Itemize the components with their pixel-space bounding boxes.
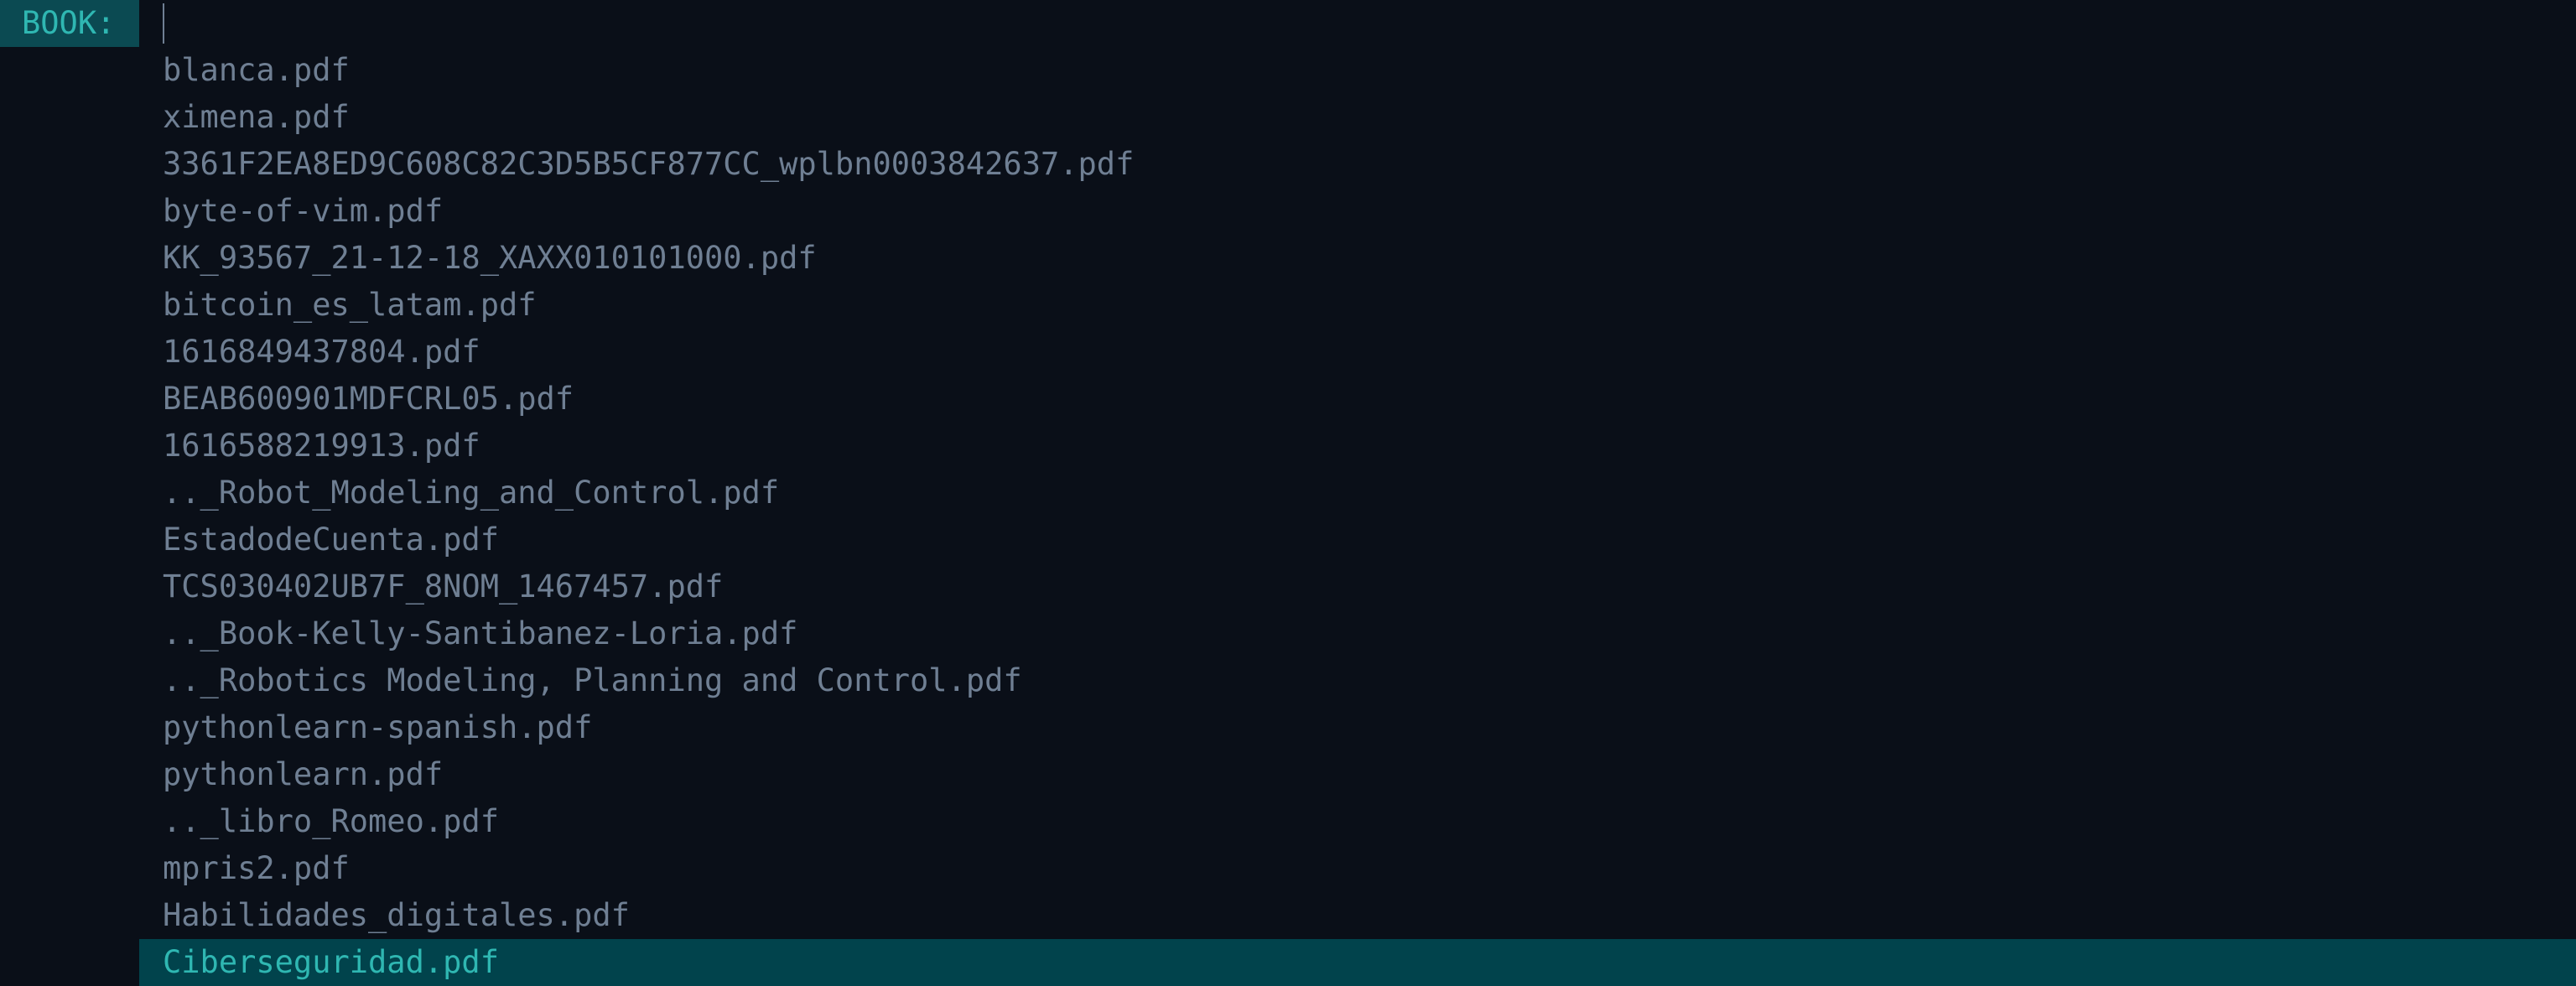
list-item[interactable]: 1616588219913.pdf bbox=[139, 423, 2576, 470]
list-item[interactable]: .._Robot_Modeling_and_Control.pdf bbox=[139, 470, 2576, 516]
list-item[interactable]: blanca.pdf bbox=[139, 47, 2576, 94]
list-item[interactable]: .._Book-Kelly-Santibanez-Loria.pdf bbox=[139, 610, 2576, 657]
list-item[interactable]: bitcoin_es_latam.pdf bbox=[139, 282, 2576, 329]
list-item[interactable]: BEAB600901MDFCRL05.pdf bbox=[139, 376, 2576, 423]
list-item[interactable]: 3361F2EA8ED9C608C82C3D5B5CF877CC_wplbn00… bbox=[139, 141, 2576, 188]
prompt-bar: BOOK: bbox=[0, 0, 2576, 47]
list-item[interactable]: Habilidades_digitales.pdf bbox=[139, 892, 2576, 939]
list-item[interactable]: EstadodeCuenta.pdf bbox=[139, 516, 2576, 563]
list-item[interactable]: 1616849437804.pdf bbox=[139, 329, 2576, 376]
list-item[interactable]: TCS030402UB7F_8NOM_1467457.pdf bbox=[139, 563, 2576, 610]
list-item[interactable]: ximena.pdf bbox=[139, 94, 2576, 141]
list-item[interactable]: mpris2.pdf bbox=[139, 845, 2576, 892]
list-item-selected[interactable]: Ciberseguridad.pdf bbox=[139, 939, 2576, 986]
list-item[interactable]: pythonlearn-spanish.pdf bbox=[139, 704, 2576, 751]
list-item[interactable]: KK_93567_21-12-18_XAXX010101000.pdf bbox=[139, 235, 2576, 282]
list-item[interactable]: pythonlearn.pdf bbox=[139, 751, 2576, 798]
list-item[interactable]: byte-of-vim.pdf bbox=[139, 188, 2576, 235]
results-list: blanca.pdf ximena.pdf 3361F2EA8ED9C608C8… bbox=[139, 47, 2576, 986]
search-input[interactable] bbox=[163, 3, 2516, 44]
list-item[interactable]: .._Robotics Modeling, Planning and Contr… bbox=[139, 657, 2576, 704]
prompt-label: BOOK: bbox=[0, 0, 139, 47]
list-item[interactable]: .._libro_Romeo.pdf bbox=[139, 798, 2576, 845]
